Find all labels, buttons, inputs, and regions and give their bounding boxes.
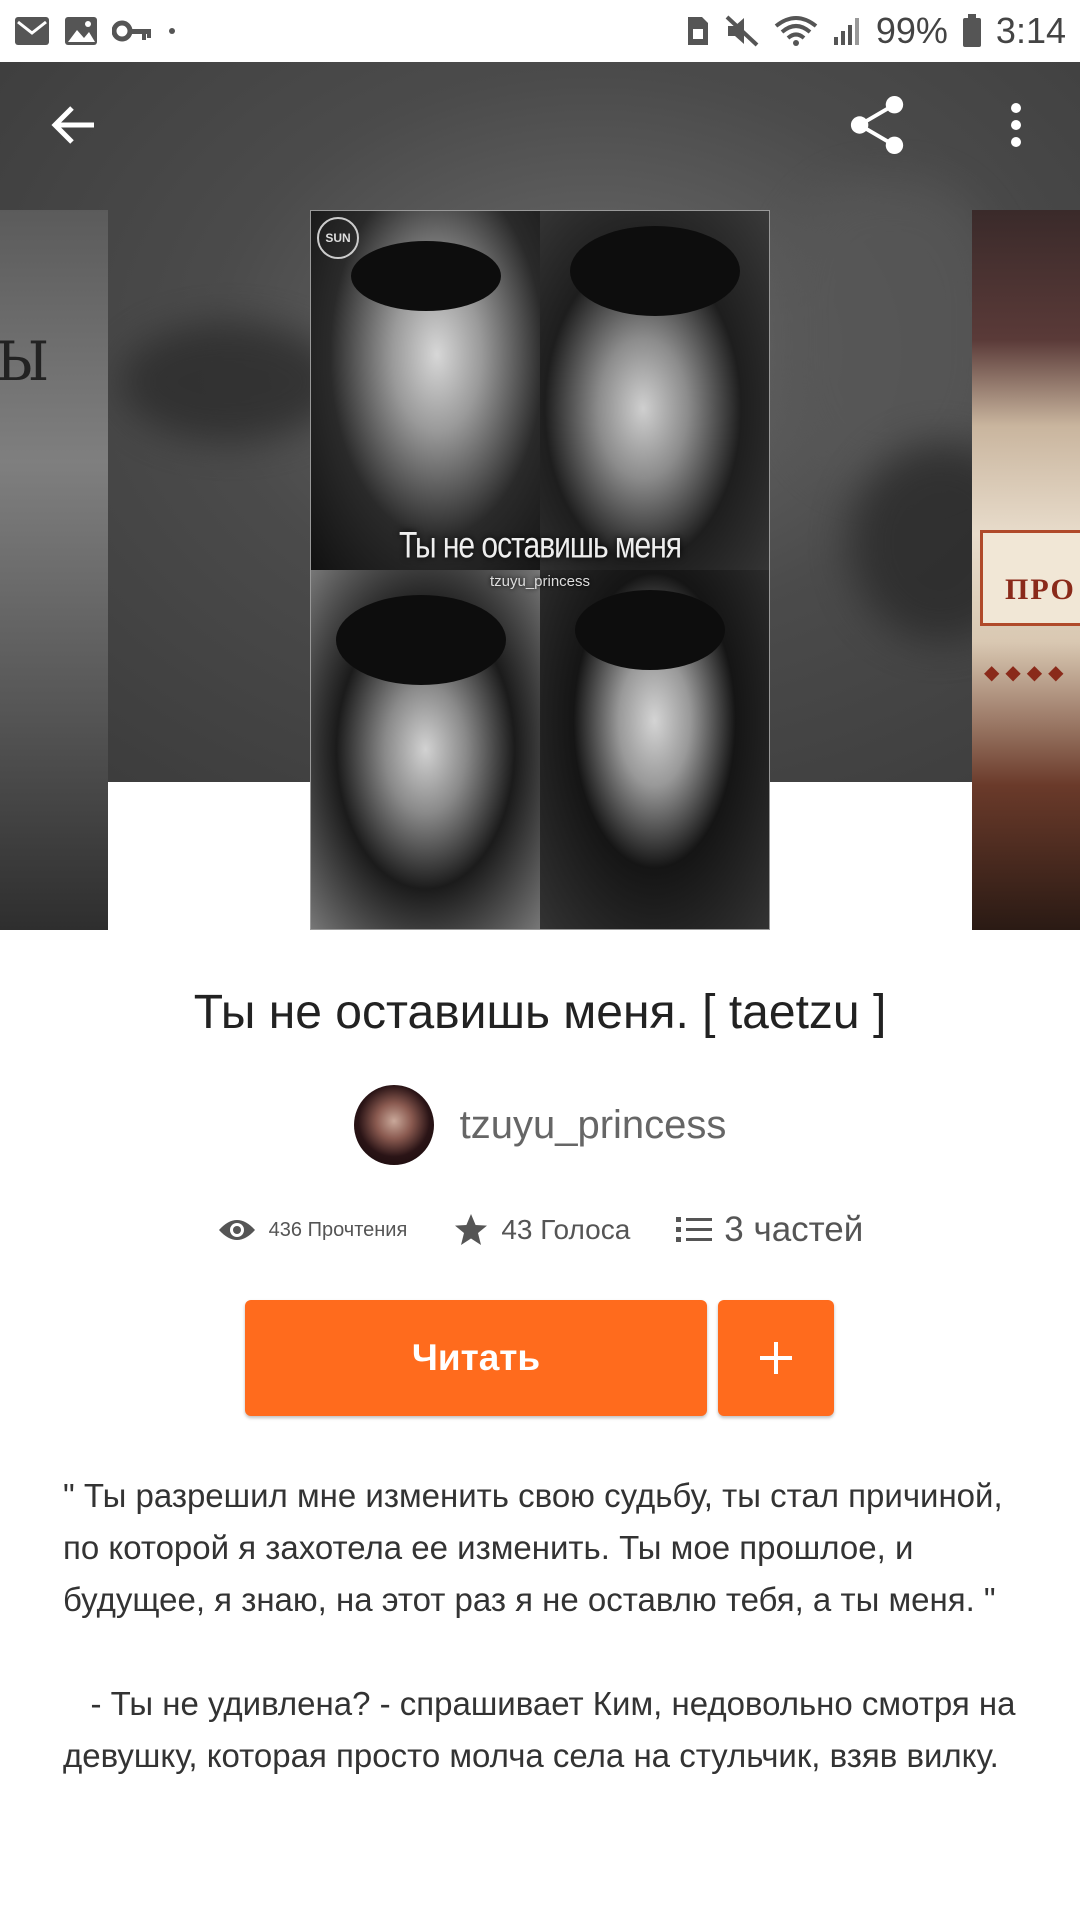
cover-decoration: ◆◆◆◆ [984, 662, 1070, 684]
votes-count: 43 Голоса [501, 1214, 631, 1245]
mute-icon [724, 14, 760, 48]
plus-icon [760, 1342, 792, 1374]
sim-icon [686, 15, 710, 47]
battery-percent: 99% [875, 10, 948, 51]
mail-icon [14, 16, 50, 46]
story-description: " Ты разрешил мне изменить свою судьбу, … [63, 1477, 1016, 1774]
battery-icon [962, 14, 982, 48]
parts-stat[interactable]: 3 частей [676, 1210, 863, 1250]
more-options-button[interactable] [986, 95, 1046, 155]
story-cover[interactable]: SUN Ты не оставишь меня tzuyu_princess [310, 210, 770, 930]
parts-count[interactable]: 3 частей [724, 1210, 863, 1250]
list-icon [676, 1217, 713, 1242]
arrow-left-icon [51, 106, 94, 144]
status-bar: 99% 3:14 [0, 0, 1080, 62]
signal-icon [832, 15, 862, 47]
eye-icon [218, 1220, 255, 1240]
hero-blur-shape [120, 322, 340, 442]
add-to-library-button[interactable] [718, 1300, 834, 1416]
reads-count: 436 Прочтения [268, 1218, 408, 1241]
cover-author: tzuyu_princess [489, 573, 591, 590]
author-row[interactable]: tzuyu_princess [0, 1085, 1080, 1165]
cover-logo: SUN [317, 217, 359, 259]
cover-title: Ты не оставишь меня [398, 524, 682, 566]
votes-stat: 43 Голоса [453, 1212, 630, 1248]
key-icon [112, 19, 152, 43]
cover-photo [311, 570, 540, 929]
clock: 3:14 [995, 10, 1066, 51]
reads-stat: 436 Прочтения [217, 1216, 408, 1244]
author-avatar[interactable] [353, 1085, 434, 1165]
dot-icon [166, 25, 178, 37]
cover-photo [311, 211, 540, 570]
story-title: Ты не оставишь меня. [ taetzu ] [193, 986, 887, 1039]
wifi-icon [774, 14, 818, 48]
cover-photo [540, 570, 769, 929]
share-icon [850, 95, 904, 155]
status-bar-right: 99% 3:14 [686, 10, 1066, 52]
image-icon [64, 16, 98, 46]
cover-photo [540, 211, 769, 570]
read-button[interactable]: Читать [245, 1300, 707, 1416]
story-stats: 436 Прочтения 43 Голоса 3 частей [0, 1210, 1080, 1250]
previous-story-cover[interactable]: Ы [0, 210, 108, 930]
star-icon [455, 1214, 488, 1245]
share-button[interactable] [848, 95, 908, 155]
status-bar-left [14, 16, 178, 46]
author-name[interactable]: tzuyu_princess [460, 1103, 727, 1148]
more-vertical-icon [1011, 103, 1021, 147]
back-button[interactable] [43, 95, 103, 155]
cover-decoration: ПРО [980, 530, 1080, 626]
cover-decoration: Ы [0, 330, 50, 393]
hero-blur-shape [780, 182, 1000, 482]
next-story-cover[interactable]: ПРО ◆◆◆◆ [972, 210, 1080, 930]
